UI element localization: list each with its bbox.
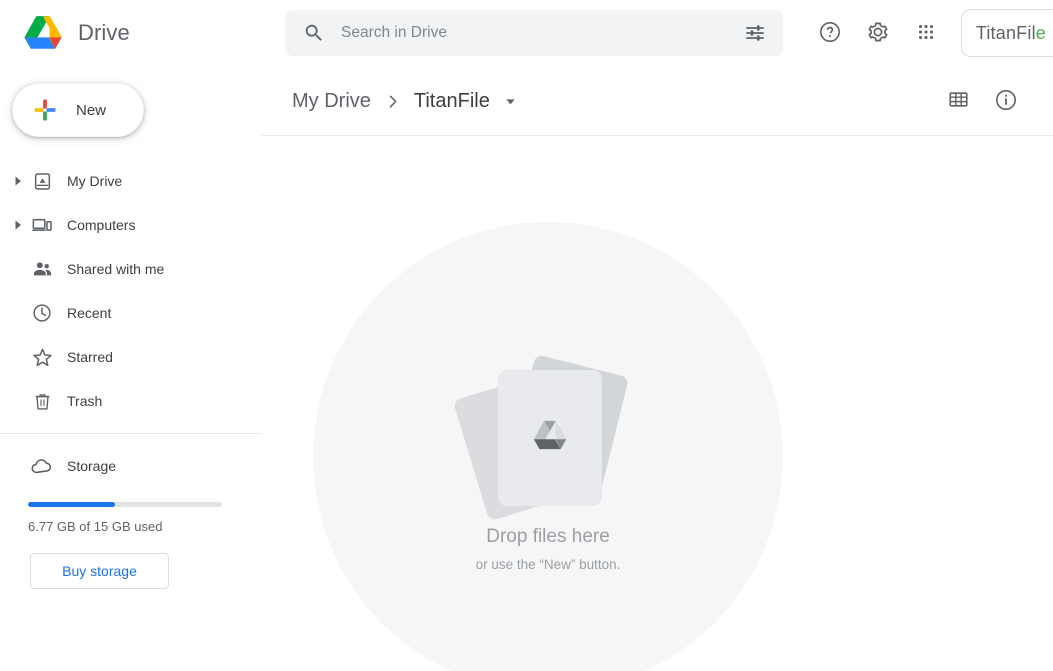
sidebar-item-label: Starred (67, 349, 113, 365)
file-card-front (498, 370, 602, 506)
sidebar-item-label: Computers (67, 217, 136, 233)
drive-triangle-icon (532, 419, 568, 457)
help-button[interactable] (809, 12, 851, 54)
google-drive-logo-icon (22, 14, 64, 52)
storage-usage-text: 6.77 GB of 15 GB used (28, 519, 163, 534)
new-button[interactable]: New (12, 83, 144, 137)
gear-icon (866, 20, 890, 47)
main-content: My Drive TitanFile Drop files here or us… (262, 66, 1053, 671)
grid-view-button[interactable] (937, 80, 979, 122)
buy-storage-button[interactable]: Buy storage (30, 553, 169, 589)
empty-state-subtitle: or use the “New” button. (475, 557, 621, 572)
app-title: Drive (78, 20, 130, 45)
sidebar-item-starred[interactable]: Starred (0, 335, 262, 379)
info-circle-icon (994, 88, 1018, 115)
chevron-down-icon[interactable] (502, 93, 519, 110)
sidebar-item-recent[interactable]: Recent (0, 291, 262, 335)
view-actions (937, 66, 1033, 136)
account-name-accent: e (1035, 22, 1046, 43)
chevron-right-icon (383, 92, 402, 111)
plus-icon (32, 97, 58, 123)
account-button[interactable]: TitanFile (960, 9, 1053, 57)
grid-view-icon (947, 88, 970, 114)
tune-filter-icon[interactable] (743, 21, 767, 45)
sidebar-divider (0, 433, 262, 434)
empty-state-title: Drop files here (486, 526, 610, 547)
star-icon (30, 345, 54, 369)
storage-label: Storage (67, 458, 117, 474)
sidebar-nav: My Drive Computers Shared with me Recent… (0, 159, 262, 423)
sidebar-item-label: My Drive (67, 173, 123, 189)
new-button-label: New (76, 101, 107, 119)
account-name: TitanFile (976, 23, 1046, 44)
app-brand[interactable]: Drive (0, 14, 260, 52)
empty-state-area[interactable]: Drop files here or use the “New” button. (262, 136, 1053, 671)
search-bar[interactable] (285, 10, 783, 56)
people-icon (30, 257, 54, 281)
breadcrumb-item-titanfile[interactable]: TitanFile (414, 90, 490, 113)
top-bar-actions: TitanFile (809, 0, 1053, 66)
clock-icon (30, 301, 54, 325)
sidebar-item-my-drive[interactable]: My Drive (0, 159, 262, 203)
sidebar-item-label: Trash (67, 393, 103, 409)
stacked-files-drive-icon (452, 342, 633, 522)
apps-button[interactable] (905, 12, 947, 54)
computers-icon (30, 213, 54, 237)
trash-icon (30, 389, 54, 413)
storage-progress-bar (28, 502, 222, 507)
settings-button[interactable] (857, 12, 899, 54)
sidebar-item-label: Shared with me (67, 261, 165, 277)
account-name-main: TitanFil (975, 22, 1036, 43)
sidebar-item-shared-with-me[interactable]: Shared with me (0, 247, 262, 291)
search-icon (303, 22, 325, 44)
empty-state-content: Drop files here or use the “New” button. (313, 222, 783, 671)
breadcrumb-bar: My Drive TitanFile (262, 66, 1053, 136)
apps-grid-icon (915, 21, 937, 46)
expand-arrow-icon[interactable] (10, 173, 26, 189)
top-bar: Drive Search in Drive TitanFile (0, 0, 1053, 66)
cloud-icon (30, 454, 54, 478)
sidebar-item-trash[interactable]: Trash (0, 379, 262, 423)
breadcrumb-item-my-drive[interactable]: My Drive (292, 90, 371, 113)
sidebar-item-label: Recent (67, 305, 112, 321)
sidebar: New My Drive Computers Shared with me Re… (0, 66, 262, 671)
sidebar-item-computers[interactable]: Computers (0, 203, 262, 247)
sidebar-item-storage[interactable]: Storage (0, 444, 262, 488)
search-input[interactable] (341, 24, 743, 42)
help-circle-icon (818, 20, 842, 47)
my-drive-icon (30, 169, 54, 193)
details-button[interactable] (985, 80, 1027, 122)
storage-progress-fill (28, 502, 116, 507)
expand-arrow-icon[interactable] (10, 217, 26, 233)
